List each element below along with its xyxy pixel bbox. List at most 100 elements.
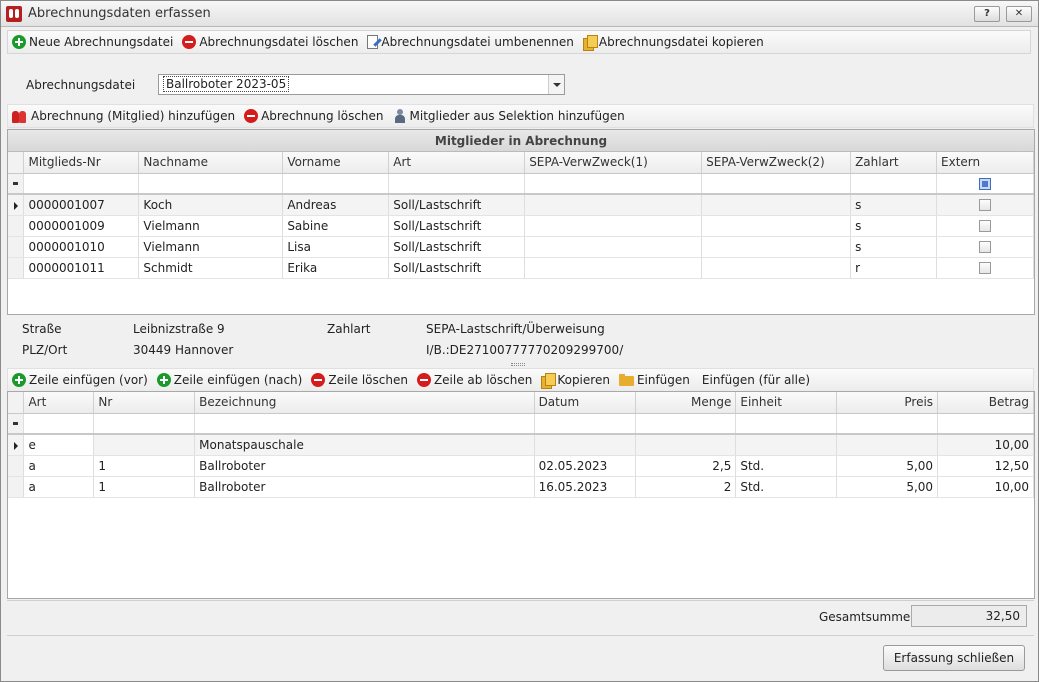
cell-extern[interactable] xyxy=(936,194,1034,216)
filter-cell[interactable] xyxy=(23,413,95,435)
cell-menge[interactable]: 2 xyxy=(635,476,737,498)
cell-verwzweck2[interactable] xyxy=(701,257,852,279)
cell-art[interactable]: e xyxy=(23,434,95,456)
cell-verwzweck2[interactable] xyxy=(701,236,852,258)
cell-preis[interactable]: 5,00 xyxy=(836,455,939,477)
table-row[interactable]: a 1 Ballroboter 02.05.2023 2,5 Std. 5,00… xyxy=(8,455,1034,477)
filter-cell[interactable] xyxy=(534,413,636,435)
cell-art[interactable]: Soll/Lastschrift xyxy=(388,257,526,279)
insert-after-button[interactable]: Zeile einfügen (nach) xyxy=(156,373,302,387)
paste-lines-button[interactable]: Einfügen xyxy=(618,373,690,387)
column-header[interactable]: Menge xyxy=(635,392,737,414)
cell-verwzweck1[interactable] xyxy=(524,257,703,279)
filter-cell[interactable] xyxy=(23,173,140,195)
help-button[interactable]: ? xyxy=(974,6,1000,22)
cell-preis[interactable] xyxy=(836,434,939,456)
cell-nachname[interactable]: Vielmann xyxy=(138,215,284,237)
table-row[interactable]: 0000001009 Vielmann Sabine Soll/Lastschr… xyxy=(8,215,1034,237)
cell-nr[interactable]: 1 xyxy=(93,455,196,477)
filter-cell[interactable] xyxy=(388,173,526,195)
filter-cell[interactable] xyxy=(138,173,284,195)
paste-all-button[interactable]: Einfügen (für alle) xyxy=(699,373,810,387)
close-entry-button[interactable]: Erfassung schließen xyxy=(883,645,1025,671)
chevron-down-icon[interactable] xyxy=(548,75,564,94)
delete-billing-button[interactable]: Abrechnung löschen xyxy=(244,109,384,123)
cell-art[interactable]: a xyxy=(23,455,95,477)
cell-zahlart[interactable]: s xyxy=(850,215,938,237)
filter-cell[interactable] xyxy=(850,173,938,195)
cell-nr[interactable]: 0000001007 xyxy=(23,194,140,216)
extern-checkbox[interactable] xyxy=(979,220,991,232)
cell-vorname[interactable]: Andreas xyxy=(282,194,390,216)
column-header[interactable]: Einheit xyxy=(735,392,838,414)
table-row[interactable]: a 1 Ballroboter 16.05.2023 2 Std. 5,00 1… xyxy=(8,476,1034,498)
cell-nachname[interactable]: Koch xyxy=(138,194,284,216)
filter-cell[interactable] xyxy=(635,413,737,435)
add-from-selection-button[interactable]: Mitglieder aus Selektion hinzufügen xyxy=(393,109,625,123)
filter-cell[interactable] xyxy=(194,413,535,435)
delete-file-button[interactable]: Abrechnungsdatei löschen xyxy=(182,35,358,49)
column-header[interactable]: Preis xyxy=(836,392,939,414)
cell-zahlart[interactable]: s xyxy=(850,236,938,258)
column-header[interactable]: Art xyxy=(388,152,526,174)
cell-einheit[interactable] xyxy=(735,434,838,456)
cell-verwzweck1[interactable] xyxy=(524,194,703,216)
cell-vorname[interactable]: Erika xyxy=(282,257,390,279)
cell-zahlart[interactable]: s xyxy=(850,194,938,216)
column-header[interactable]: Nachname xyxy=(138,152,284,174)
filter-cell[interactable] xyxy=(701,173,852,195)
splitter-handle[interactable] xyxy=(511,363,525,366)
delete-line-button[interactable]: Zeile löschen xyxy=(311,373,408,387)
cell-nr[interactable] xyxy=(93,434,196,456)
extern-checkbox[interactable] xyxy=(979,262,991,274)
column-header[interactable]: Vorname xyxy=(282,152,390,174)
filter-cell[interactable] xyxy=(282,173,390,195)
table-row[interactable]: 0000001007 Koch Andreas Soll/Lastschrift… xyxy=(8,194,1034,216)
column-header[interactable]: Extern xyxy=(936,152,1034,174)
table-row[interactable]: 0000001011 Schmidt Erika Soll/Lastschrif… xyxy=(8,257,1034,279)
cell-einheit[interactable]: Std. xyxy=(735,455,838,477)
cell-nachname[interactable]: Schmidt xyxy=(138,257,284,279)
cell-vorname[interactable]: Lisa xyxy=(282,236,390,258)
filter-cell[interactable] xyxy=(93,413,196,435)
insert-before-button[interactable]: Zeile einfügen (vor) xyxy=(12,373,148,387)
filter-cell[interactable] xyxy=(937,413,1034,435)
cell-extern[interactable] xyxy=(936,257,1034,279)
cell-datum[interactable] xyxy=(534,434,636,456)
table-row[interactable]: 0000001010 Vielmann Lisa Soll/Lastschrif… xyxy=(8,236,1034,258)
cell-preis[interactable]: 5,00 xyxy=(836,476,939,498)
cell-nachname[interactable]: Vielmann xyxy=(138,236,284,258)
column-header[interactable]: Mitglieds-Nr xyxy=(23,152,140,174)
column-header[interactable]: Betrag xyxy=(937,392,1034,414)
cell-nr[interactable]: 0000001010 xyxy=(23,236,140,258)
extern-checkbox[interactable] xyxy=(979,241,991,253)
cell-betrag[interactable]: 10,00 xyxy=(937,434,1034,456)
cell-extern[interactable] xyxy=(936,236,1034,258)
column-header[interactable]: SEPA-VerwZweck(2) xyxy=(701,152,852,174)
cell-bezeichnung[interactable]: Ballroboter xyxy=(194,455,535,477)
extern-checkbox[interactable] xyxy=(979,199,991,212)
copy-lines-button[interactable]: Kopieren xyxy=(541,373,610,389)
column-header[interactable]: Zahlart xyxy=(850,152,938,174)
add-member-button[interactable]: Abrechnung (Mitglied) hinzufügen xyxy=(12,109,235,123)
cell-nr[interactable]: 0000001011 xyxy=(23,257,140,279)
cell-vorname[interactable]: Sabine xyxy=(282,215,390,237)
cell-extern[interactable] xyxy=(936,215,1034,237)
cell-betrag[interactable]: 12,50 xyxy=(937,455,1034,477)
copy-file-button[interactable]: Abrechnungsdatei kopieren xyxy=(582,35,764,51)
column-header[interactable]: Art xyxy=(23,392,95,414)
cell-zahlart[interactable]: r xyxy=(850,257,938,279)
cell-datum[interactable]: 16.05.2023 xyxy=(534,476,636,498)
column-header[interactable]: SEPA-VerwZweck(1) xyxy=(524,152,703,174)
cell-verwzweck2[interactable] xyxy=(701,215,852,237)
cell-nr[interactable]: 0000001009 xyxy=(23,215,140,237)
delete-from-line-button[interactable]: Zeile ab löschen xyxy=(416,373,532,387)
cell-betrag[interactable]: 10,00 xyxy=(937,476,1034,498)
table-row[interactable]: e Monatspauschale 10,00 xyxy=(8,434,1034,456)
column-header[interactable]: Datum xyxy=(534,392,636,414)
cell-bezeichnung[interactable]: Ballroboter xyxy=(194,476,535,498)
filter-checkbox[interactable] xyxy=(979,177,991,190)
column-header[interactable]: Bezeichnung xyxy=(194,392,535,414)
cell-art[interactable]: Soll/Lastschrift xyxy=(388,215,526,237)
cell-verwzweck2[interactable] xyxy=(701,194,852,216)
